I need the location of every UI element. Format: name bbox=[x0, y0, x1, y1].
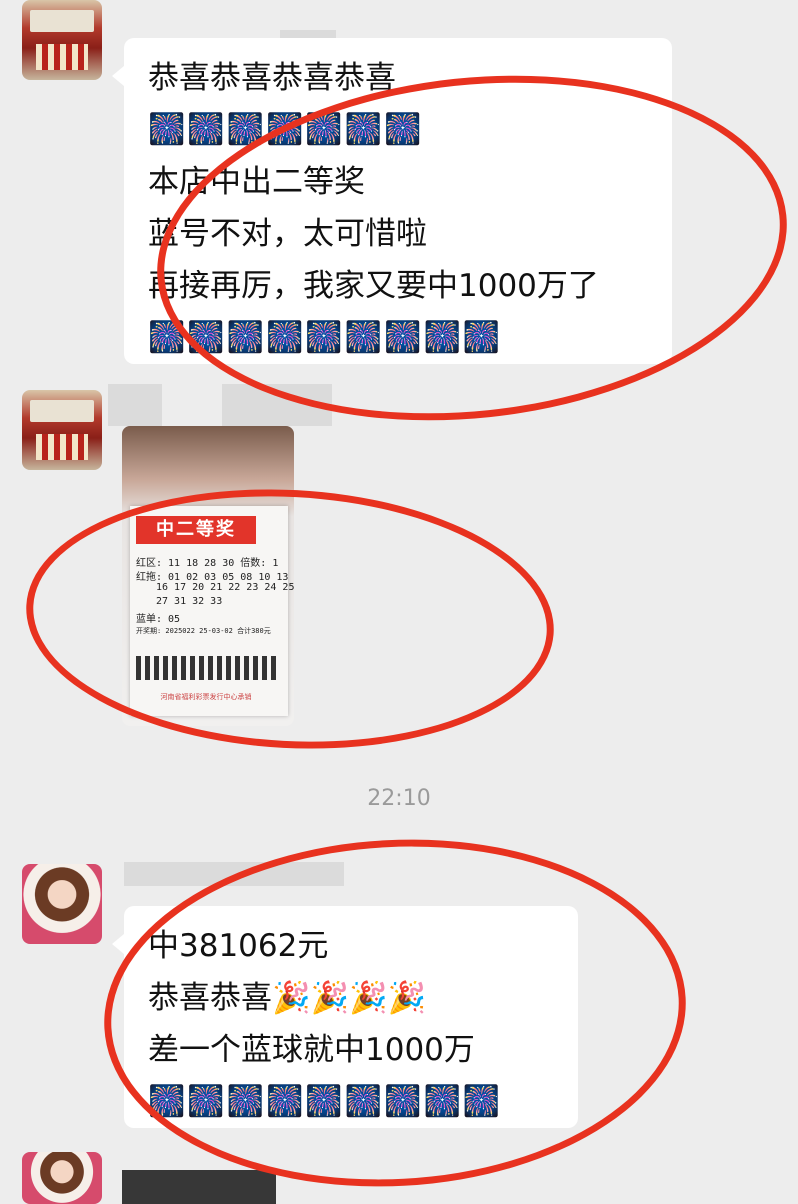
blurred-name bbox=[108, 384, 162, 426]
user-avatar[interactable] bbox=[22, 864, 102, 944]
annotation-circle bbox=[19, 476, 561, 762]
blurred-name bbox=[122, 1170, 276, 1204]
chat-timestamp: 22:10 bbox=[367, 786, 431, 811]
user-avatar[interactable] bbox=[22, 1152, 102, 1204]
store-avatar[interactable] bbox=[22, 390, 102, 470]
store-avatar[interactable] bbox=[22, 0, 102, 80]
